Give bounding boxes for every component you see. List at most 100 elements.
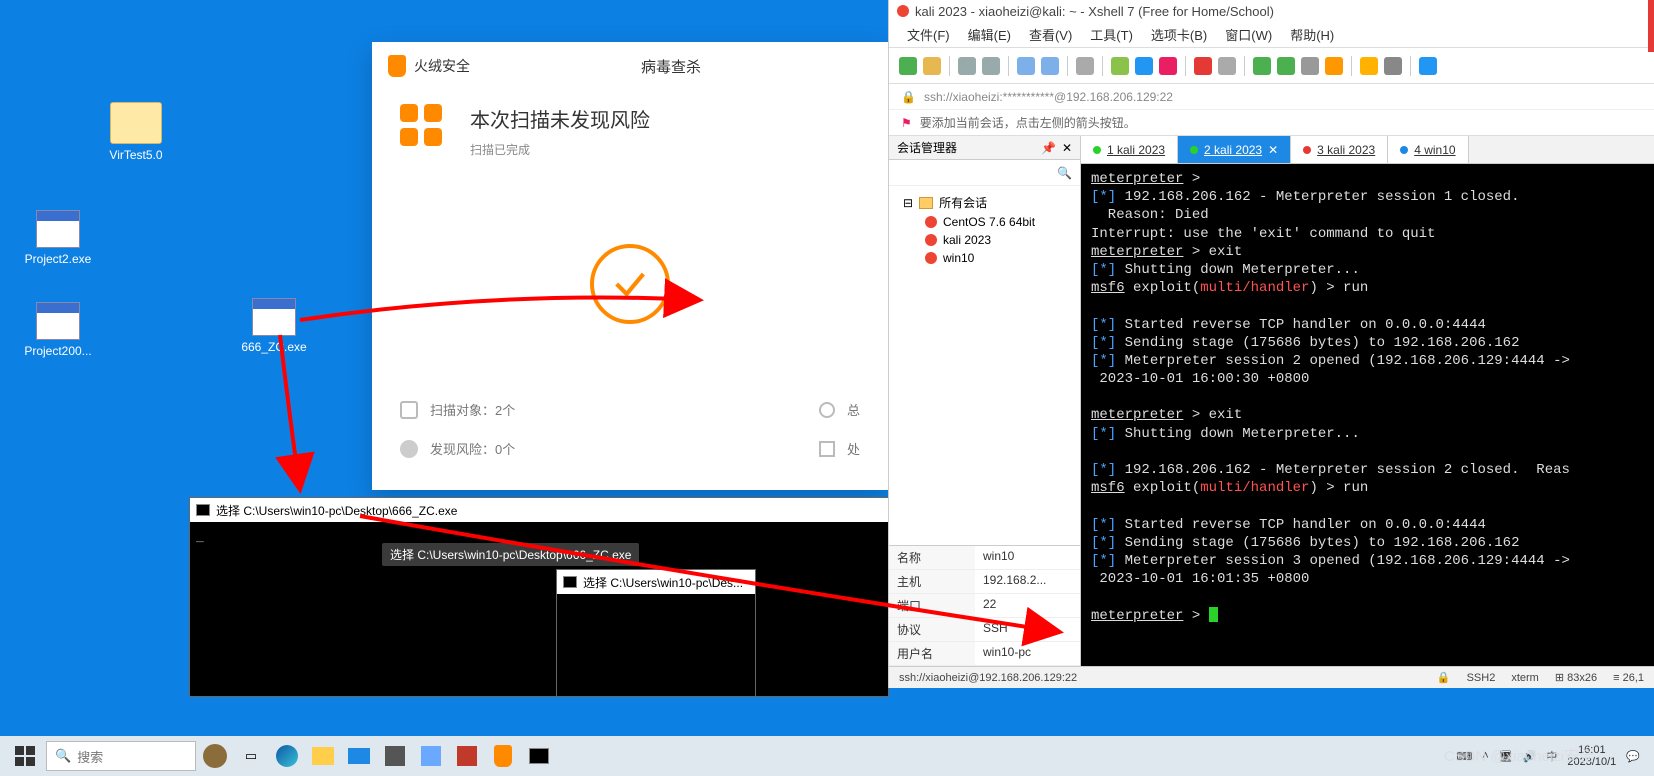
close-icon[interactable]: ✕: [1268, 143, 1278, 157]
lock-icon[interactable]: [1360, 57, 1378, 75]
huorong-tab-scan[interactable]: 病毒查杀: [641, 56, 701, 77]
folder-icon: [919, 197, 933, 209]
highlight-icon[interactable]: [1325, 57, 1343, 75]
session-properties: 名称win10 主机192.168.2... 端口22 协议SSH 用户名win…: [889, 545, 1080, 666]
stop-icon[interactable]: [1218, 57, 1236, 75]
cmd2-titlebar[interactable]: 选择 C:\Users\win10-pc\Des...: [557, 570, 755, 594]
tree-item[interactable]: win10: [897, 249, 1072, 267]
xshell-address-bar[interactable]: 🔒 ssh://xiaoheizi:***********@192.168.20…: [889, 84, 1654, 110]
tray-volume-icon[interactable]: 🔊: [1523, 750, 1537, 763]
risk-right: 处: [847, 439, 860, 458]
pin-icon[interactable]: 📌: [1041, 141, 1056, 155]
clock-icon: [819, 402, 835, 418]
help-icon[interactable]: [1419, 57, 1437, 75]
session-tree: ⊟ 所有会话 CentOS 7.6 64bit kali 2023 win10: [889, 186, 1080, 545]
fullscreen-icon[interactable]: [1253, 57, 1271, 75]
menu-edit[interactable]: 编辑(E): [968, 25, 1011, 44]
menu-window[interactable]: 窗口(W): [1225, 25, 1272, 44]
xshell-title: kali 2023 - xiaoheizi@kali: ~ - Xshell 7…: [915, 4, 1274, 19]
taskbar-taskview[interactable]: ▭: [234, 740, 268, 772]
taskbar-app2[interactable]: [414, 740, 448, 772]
taskbar-search[interactable]: 🔍 搜索: [46, 741, 196, 771]
taskbar-huorong[interactable]: [486, 740, 520, 772]
taskbar-app3[interactable]: [450, 740, 484, 772]
taskbar-app1[interactable]: [378, 740, 412, 772]
tray-ime-icon[interactable]: 中: [1546, 748, 1557, 764]
transparency-icon[interactable]: [1277, 57, 1295, 75]
properties-icon[interactable]: [1111, 57, 1129, 75]
new-session-icon[interactable]: [899, 57, 917, 75]
tray-notifications-icon[interactable]: 💬: [1626, 750, 1640, 763]
session-icon: [925, 252, 937, 264]
xshell-statusbar: ssh://xiaoheizi@192.168.206.129:22 🔒SSH2…: [889, 666, 1654, 688]
taskbar-edge[interactable]: [270, 740, 304, 772]
status-term: xterm: [1511, 672, 1539, 684]
desktop-icon-exe[interactable]: Project200...: [18, 302, 98, 358]
tab-win10[interactable]: 4 win10: [1388, 136, 1468, 163]
tab-kali-1[interactable]: 1 kali 2023: [1081, 136, 1178, 163]
font-icon[interactable]: [1159, 57, 1177, 75]
cmd-window-2[interactable]: 选择 C:\Users\win10-pc\Des...: [556, 569, 756, 697]
folder-icon: [110, 102, 162, 144]
session-icon: [925, 234, 937, 246]
scan-objects: 扫描对象：2个: [430, 400, 515, 419]
tray-chevron-up-icon[interactable]: ˄: [1482, 750, 1488, 762]
desktop-icon-folder[interactable]: VirTest5.0: [96, 102, 176, 162]
tab-kali-2[interactable]: 2 kali 2023✕: [1178, 136, 1291, 163]
session-search[interactable]: 🔍: [889, 160, 1080, 186]
icon-label: 666_ZC.exe: [234, 340, 314, 354]
exe-icon: [36, 210, 80, 248]
xshell-tabs: 1 kali 2023 2 kali 2023✕ 3 kali 2023 4 w…: [1081, 136, 1654, 164]
search-icon[interactable]: [1076, 57, 1094, 75]
layout-icon[interactable]: [1384, 57, 1402, 75]
exe-icon: [252, 298, 296, 336]
menu-file[interactable]: 文件(F): [907, 25, 950, 44]
desktop-icon-exe[interactable]: Project2.exe: [18, 210, 98, 266]
tray-clock[interactable]: 16:01 2023/10/1: [1567, 744, 1616, 768]
xshell-window: kali 2023 - xiaoheizi@kali: ~ - Xshell 7…: [888, 0, 1654, 688]
disconnect-icon[interactable]: [982, 57, 1000, 75]
reconnect-icon[interactable]: [958, 57, 976, 75]
tree-item[interactable]: CentOS 7.6 64bit: [897, 213, 1072, 231]
cmd-window-1[interactable]: 选择 C:\Users\win10-pc\Desktop\666_ZC.exe …: [189, 497, 889, 697]
menu-tools[interactable]: 工具(T): [1090, 25, 1133, 44]
xshell-address: ssh://xiaoheizi:***********@192.168.206.…: [924, 90, 1173, 104]
risk-found: 发现风险：0个: [430, 439, 515, 458]
scan-headline: 本次扫描未发现风险: [470, 104, 650, 133]
taskbar-mail[interactable]: [342, 740, 376, 772]
open-icon[interactable]: [923, 57, 941, 75]
status-proto: SSH2: [1467, 672, 1496, 684]
menu-help[interactable]: 帮助(H): [1290, 25, 1334, 44]
taskbar-explorer[interactable]: [306, 740, 340, 772]
desktop-icon-exe[interactable]: 666_ZC.exe: [234, 298, 314, 354]
system-tray[interactable]: ⌨ ˄ 🖥 🔊 中 16:01 2023/10/1 💬: [1456, 744, 1648, 768]
menu-view[interactable]: 查看(V): [1029, 25, 1072, 44]
xshell-menubar: 文件(F) 编辑(E) 查看(V) 工具(T) 选项卡(B) 窗口(W) 帮助(…: [889, 22, 1654, 48]
taskbar-cmd[interactable]: [522, 740, 556, 772]
record-icon[interactable]: [1194, 57, 1212, 75]
xshell-terminal[interactable]: meterpreter > [*] 192.168.206.162 - Mete…: [1081, 164, 1654, 666]
status-addr: ssh://xiaoheizi@192.168.206.129:22: [899, 672, 1077, 684]
globe-icon[interactable]: [1135, 57, 1153, 75]
cmd2-title: 选择 C:\Users\win10-pc\Des...: [583, 574, 743, 591]
taskbar-gimp[interactable]: [198, 740, 232, 772]
search-placeholder: 搜索: [77, 747, 103, 766]
cmd2-terminal[interactable]: [557, 594, 755, 696]
tree-item[interactable]: kali 2023: [897, 231, 1072, 249]
tree-root[interactable]: ⊟ 所有会话: [897, 192, 1072, 213]
start-button[interactable]: [6, 740, 44, 772]
box-icon: [819, 441, 835, 457]
menu-tabs[interactable]: 选项卡(B): [1151, 25, 1207, 44]
xshell-titlebar[interactable]: kali 2023 - xiaoheizi@kali: ~ - Xshell 7…: [889, 0, 1654, 22]
tray-network-icon[interactable]: 🖥: [1499, 750, 1513, 763]
scan-right: 总: [847, 400, 860, 419]
tab-kali-3[interactable]: 3 kali 2023: [1291, 136, 1388, 163]
tray-keyboard-icon[interactable]: ⌨: [1456, 750, 1472, 763]
icon-label: VirTest5.0: [96, 148, 176, 162]
checkmark-icon: [590, 244, 670, 324]
close-icon[interactable]: ✕: [1062, 141, 1072, 155]
copy-icon[interactable]: [1017, 57, 1035, 75]
cmd1-titlebar[interactable]: 选择 C:\Users\win10-pc\Desktop\666_ZC.exe: [190, 498, 888, 522]
paste-icon[interactable]: [1041, 57, 1059, 75]
keyboard-icon[interactable]: [1301, 57, 1319, 75]
